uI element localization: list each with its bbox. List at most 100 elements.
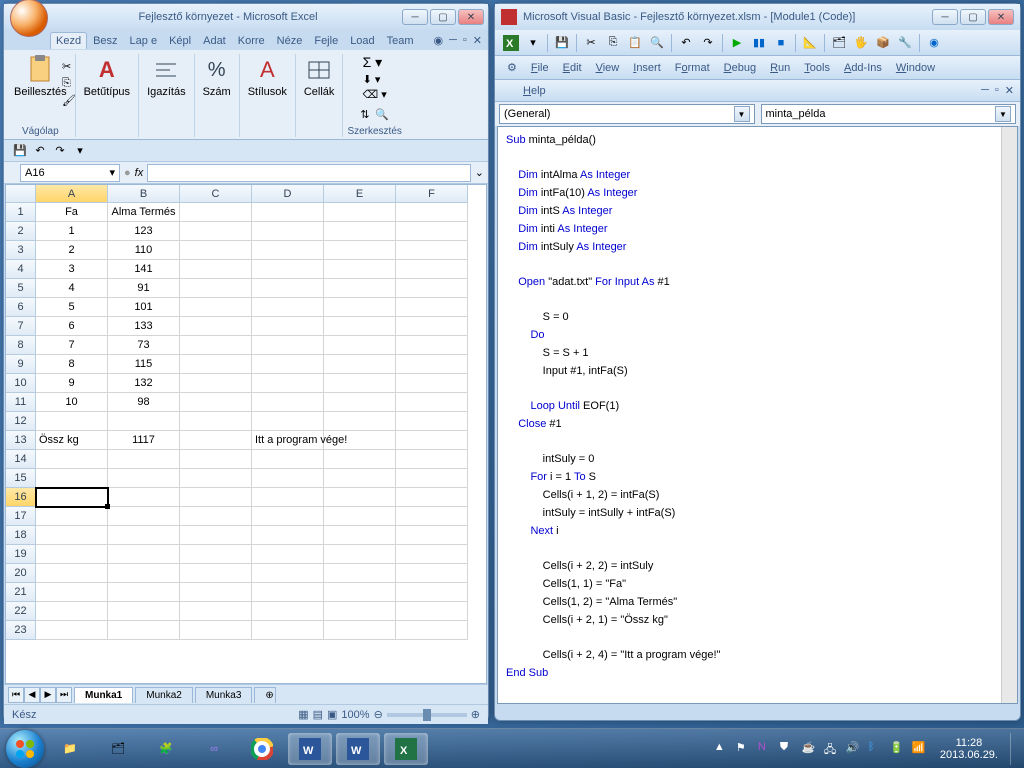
find-icon[interactable]: 🔍 bbox=[375, 108, 389, 121]
cell[interactable] bbox=[108, 469, 180, 488]
cell[interactable]: 9 bbox=[36, 374, 108, 393]
cell[interactable] bbox=[180, 317, 252, 336]
paste-icon[interactable]: 📋 bbox=[625, 33, 645, 53]
cell[interactable]: Fa bbox=[36, 203, 108, 222]
cell[interactable] bbox=[396, 317, 468, 336]
cell[interactable] bbox=[180, 260, 252, 279]
mdi-minimize[interactable]: ─ bbox=[449, 34, 457, 47]
zoom-in-icon[interactable]: ⊕ bbox=[471, 708, 480, 721]
cell[interactable] bbox=[180, 241, 252, 260]
cell[interactable] bbox=[252, 355, 324, 374]
row-header[interactable]: 18 bbox=[6, 526, 36, 545]
run-icon[interactable]: ▶ bbox=[727, 33, 747, 53]
sheet-tab-1[interactable]: Munka1 bbox=[74, 687, 133, 703]
cell[interactable] bbox=[108, 545, 180, 564]
tab-formulas[interactable]: Képl bbox=[163, 32, 197, 49]
cell[interactable] bbox=[180, 488, 252, 507]
col-header-A[interactable]: A bbox=[36, 185, 108, 203]
sheet-tab-3[interactable]: Munka3 bbox=[195, 687, 253, 703]
row-header[interactable]: 8 bbox=[6, 336, 36, 355]
menu-debug[interactable]: Debug bbox=[718, 60, 762, 76]
cell[interactable] bbox=[108, 526, 180, 545]
copy-icon[interactable]: ⎘ bbox=[62, 77, 76, 90]
menu-window[interactable]: Window bbox=[890, 60, 941, 76]
row-header[interactable]: 9 bbox=[6, 355, 36, 374]
view-layout-icon[interactable]: ▤ bbox=[313, 708, 323, 721]
mdi-close[interactable]: ✕ bbox=[1005, 84, 1014, 97]
cell[interactable] bbox=[180, 564, 252, 583]
cell[interactable] bbox=[252, 564, 324, 583]
row-header[interactable]: 3 bbox=[6, 241, 36, 260]
view-excel-icon[interactable]: X bbox=[501, 33, 521, 53]
cell[interactable]: 73 bbox=[108, 336, 180, 355]
namebox-dropdown-icon[interactable]: ▾ bbox=[109, 166, 115, 179]
col-header-C[interactable]: C bbox=[180, 185, 252, 203]
cell[interactable]: 3 bbox=[36, 260, 108, 279]
cell[interactable]: 7 bbox=[36, 336, 108, 355]
cell[interactable] bbox=[252, 317, 324, 336]
cell[interactable] bbox=[180, 412, 252, 431]
cell[interactable]: 123 bbox=[108, 222, 180, 241]
cell[interactable] bbox=[36, 488, 108, 507]
cell[interactable] bbox=[252, 621, 324, 640]
zoom-out-icon[interactable]: ⊖ bbox=[374, 708, 383, 721]
break-icon[interactable]: ▮▮ bbox=[749, 33, 769, 53]
cell[interactable] bbox=[324, 393, 396, 412]
cell[interactable] bbox=[108, 412, 180, 431]
cell[interactable] bbox=[252, 545, 324, 564]
cell[interactable] bbox=[36, 583, 108, 602]
vb-help-icon[interactable]: ◉ bbox=[924, 33, 944, 53]
cell[interactable] bbox=[324, 241, 396, 260]
row-header[interactable]: 17 bbox=[6, 507, 36, 526]
tab-dev[interactable]: Fejle bbox=[308, 32, 344, 49]
vb-close-button[interactable]: ✕ bbox=[988, 9, 1014, 25]
taskbar-excel[interactable]: X bbox=[384, 733, 428, 765]
tray-shield-icon[interactable]: ⛊ bbox=[780, 741, 796, 757]
row-header[interactable]: 13 bbox=[6, 431, 36, 450]
menu-file[interactable]: File bbox=[525, 60, 555, 76]
undo-icon[interactable]: ↶ bbox=[676, 33, 696, 53]
zoom-level[interactable]: 100% bbox=[341, 709, 369, 721]
cell[interactable] bbox=[108, 564, 180, 583]
vb-maximize-button[interactable]: ▢ bbox=[960, 9, 986, 25]
menu-run[interactable]: Run bbox=[764, 60, 796, 76]
redo-icon[interactable]: ↷ bbox=[698, 33, 718, 53]
cell[interactable] bbox=[324, 355, 396, 374]
row-header[interactable]: 19 bbox=[6, 545, 36, 564]
office-button[interactable] bbox=[10, 0, 48, 37]
fill-icon[interactable]: ⬇ ▾ bbox=[363, 73, 381, 86]
help-icon[interactable]: ◉ bbox=[433, 34, 443, 47]
cell[interactable]: Alma Termés bbox=[108, 203, 180, 222]
cell[interactable]: 1117 bbox=[108, 431, 180, 450]
row-header[interactable]: 1 bbox=[6, 203, 36, 222]
cell[interactable] bbox=[252, 583, 324, 602]
cell[interactable] bbox=[180, 507, 252, 526]
tray-battery-icon[interactable]: 🔋 bbox=[890, 741, 906, 757]
tab-data[interactable]: Adat bbox=[197, 32, 232, 49]
tray-network-icon[interactable]: 🖧 bbox=[824, 741, 840, 757]
cell[interactable] bbox=[108, 507, 180, 526]
sheet-nav-last-icon[interactable]: ⏭ bbox=[56, 687, 72, 703]
cell[interactable] bbox=[108, 621, 180, 640]
cell[interactable] bbox=[36, 507, 108, 526]
cut-icon[interactable]: ✂ bbox=[62, 60, 76, 73]
row-header[interactable]: 16 bbox=[6, 488, 36, 507]
font-group[interactable]: A Betűtípus bbox=[80, 54, 134, 100]
vb-minimize-button[interactable]: ─ bbox=[932, 9, 958, 25]
cell[interactable] bbox=[252, 526, 324, 545]
tray-wifi-icon[interactable]: 📶 bbox=[912, 741, 928, 757]
cell[interactable] bbox=[396, 431, 468, 450]
align-group[interactable]: Igazítás bbox=[143, 54, 190, 100]
cell[interactable]: 101 bbox=[108, 298, 180, 317]
cell[interactable] bbox=[396, 355, 468, 374]
cell[interactable] bbox=[396, 450, 468, 469]
cell[interactable] bbox=[108, 583, 180, 602]
cell[interactable] bbox=[180, 431, 252, 450]
cell[interactable] bbox=[324, 412, 396, 431]
cell[interactable] bbox=[252, 469, 324, 488]
cell[interactable] bbox=[324, 545, 396, 564]
taskbar-app1[interactable]: 🗂 bbox=[96, 733, 140, 765]
cell[interactable] bbox=[180, 393, 252, 412]
cell[interactable]: 10 bbox=[36, 393, 108, 412]
cell[interactable] bbox=[324, 469, 396, 488]
